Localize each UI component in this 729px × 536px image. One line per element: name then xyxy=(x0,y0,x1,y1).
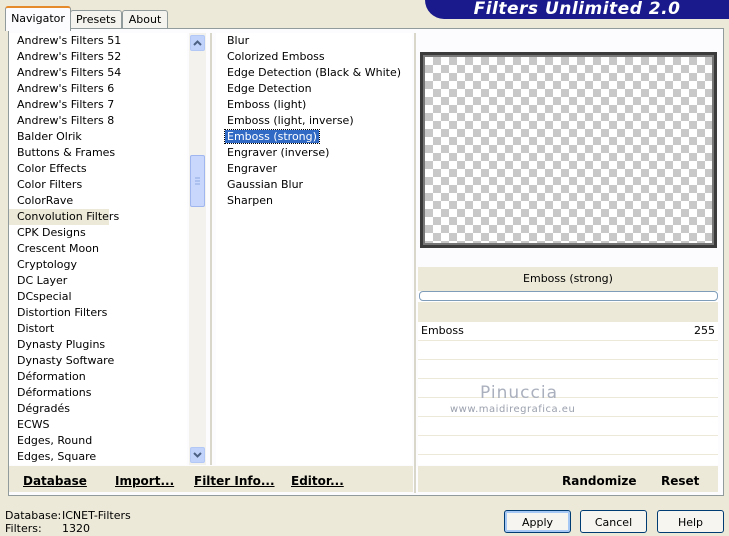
category-item[interactable]: Color Filters xyxy=(9,177,187,193)
category-item[interactable]: Convolution Filters xyxy=(9,209,119,225)
filter-item-label: Blur xyxy=(227,34,250,47)
filter-item[interactable]: Sharpen xyxy=(216,193,412,209)
filter-item-label: Emboss (light, inverse) xyxy=(227,114,354,127)
parameter-label: Emboss xyxy=(421,324,464,337)
filter-item[interactable]: Emboss (light, inverse) xyxy=(216,113,412,129)
toolbar-left: Database Import... Filter Info... Editor… xyxy=(9,466,413,492)
toolbar-right: Randomize Reset xyxy=(418,466,718,492)
filter-item[interactable]: Emboss (light) xyxy=(216,97,412,113)
filter-item-label: Gaussian Blur xyxy=(227,178,304,191)
category-item[interactable]: Déformations xyxy=(9,385,187,401)
category-item[interactable]: ECWS xyxy=(9,417,187,433)
filter-item-label: Edge Detection (Black & White) xyxy=(227,66,402,79)
category-item[interactable]: DC Layer xyxy=(9,273,187,289)
help-button[interactable]: Help xyxy=(657,510,724,533)
divider xyxy=(414,33,416,493)
parameter-row-empty xyxy=(418,379,718,398)
category-item[interactable]: Andrew's Filters 8 xyxy=(9,113,187,129)
category-item[interactable]: Andrew's Filters 51 xyxy=(9,33,187,49)
category-item[interactable]: Color Effects xyxy=(9,161,187,177)
filter-item[interactable]: Engraver xyxy=(216,161,412,177)
parameter-row-empty xyxy=(418,360,718,379)
category-item[interactable]: Cryptology xyxy=(9,257,187,273)
category-item[interactable]: Dynasty Plugins xyxy=(9,337,187,353)
category-item[interactable]: Buttons & Frames xyxy=(9,145,187,161)
category-item[interactable]: Distortion Filters xyxy=(9,305,187,321)
progress-bar xyxy=(419,291,718,301)
filters-count-value: 1320 xyxy=(62,522,90,535)
category-list[interactable]: Andrew's Filters 51 Andrew's Filters 52 An… xyxy=(9,33,187,465)
category-item[interactable]: Crescent Moon xyxy=(9,241,187,257)
filter-item-label: Emboss (light) xyxy=(227,98,307,111)
filter-item[interactable]: Edge Detection (Black & White) xyxy=(216,65,412,81)
filter-item-label: Colorized Emboss xyxy=(227,50,325,63)
filter-item[interactable]: Blur xyxy=(216,33,412,49)
parameters-header xyxy=(418,302,718,322)
category-item[interactable]: Andrew's Filters 52 xyxy=(9,49,187,65)
parameter-row[interactable]: Emboss 255 xyxy=(418,322,718,341)
app-title-banner: Filters Unlimited 2.0 xyxy=(425,0,729,19)
category-item[interactable]: Andrew's Filters 54 xyxy=(9,65,187,81)
category-item[interactable]: DCspecial xyxy=(9,289,187,305)
editor-button[interactable]: Editor... xyxy=(291,474,344,488)
tab-presets[interactable]: Presets xyxy=(70,10,122,29)
filter-item[interactable]: Gaussian Blur xyxy=(216,177,412,193)
category-item[interactable]: Déformation xyxy=(9,369,187,385)
category-item[interactable]: ColorRave xyxy=(9,193,187,209)
filter-item-label: Emboss (strong) xyxy=(224,129,320,144)
chevron-down-icon xyxy=(193,452,202,458)
parameter-row-empty xyxy=(418,417,718,436)
filters-count-label: Filters: xyxy=(5,522,42,535)
filter-item-label: Edge Detection xyxy=(227,82,312,95)
filter-item-label: Engraver (inverse) xyxy=(227,146,330,159)
parameter-row-empty xyxy=(418,436,718,455)
filter-item-label: Engraver xyxy=(227,162,277,175)
grip-icon xyxy=(195,177,200,185)
tab-navigator[interactable]: Navigator xyxy=(5,6,71,31)
parameter-value: 255 xyxy=(694,324,715,337)
apply-button[interactable]: Apply xyxy=(504,510,571,533)
category-item[interactable]: Balder Olrik xyxy=(9,129,187,145)
database-value: ICNET-Filters xyxy=(62,509,131,522)
category-item[interactable]: Edges, Round xyxy=(9,433,187,449)
preview-image xyxy=(423,55,714,245)
parameter-row-empty xyxy=(418,341,718,360)
database-button[interactable]: Database xyxy=(23,474,87,488)
watermark-name: Pinuccia xyxy=(480,383,558,403)
cancel-button[interactable]: Cancel xyxy=(580,510,647,533)
filter-list[interactable]: Blur Colorized Emboss Edge Detection (Blac… xyxy=(216,33,412,465)
filter-item[interactable]: Engraver (inverse) xyxy=(216,145,412,161)
category-item[interactable]: Dynasty Software xyxy=(9,353,187,369)
filter-item[interactable]: Edge Detection xyxy=(216,81,412,97)
preview-frame xyxy=(420,52,717,248)
chevron-up-icon xyxy=(193,40,202,46)
category-item[interactable]: Andrew's Filters 6 xyxy=(9,81,187,97)
category-scrollbar[interactable] xyxy=(189,33,206,465)
category-item[interactable]: Andrew's Filters 7 xyxy=(9,97,187,113)
watermark-url: www.maidiregrafica.eu xyxy=(450,404,576,415)
filter-item[interactable]: Colorized Emboss xyxy=(216,49,412,65)
selected-filter-name: Emboss (strong) xyxy=(418,267,718,291)
reset-button[interactable]: Reset xyxy=(661,474,699,488)
category-item[interactable]: Dégradés xyxy=(9,401,187,417)
category-item[interactable]: CPK Designs xyxy=(9,225,187,241)
divider xyxy=(210,33,212,465)
scroll-up-button[interactable] xyxy=(190,35,205,51)
tab-about[interactable]: About xyxy=(122,10,168,29)
category-item[interactable]: Distort xyxy=(9,321,187,337)
scroll-down-button[interactable] xyxy=(190,447,205,463)
filter-item-label: Sharpen xyxy=(227,194,273,207)
filter-item[interactable]: Emboss (strong) xyxy=(216,129,412,145)
import-button[interactable]: Import... xyxy=(115,474,174,488)
filter-info-button[interactable]: Filter Info... xyxy=(194,474,275,488)
category-item[interactable]: Edges, Square xyxy=(9,449,187,465)
scroll-thumb[interactable] xyxy=(190,155,205,207)
database-label: Database: xyxy=(5,509,62,522)
randomize-button[interactable]: Randomize xyxy=(562,474,636,488)
